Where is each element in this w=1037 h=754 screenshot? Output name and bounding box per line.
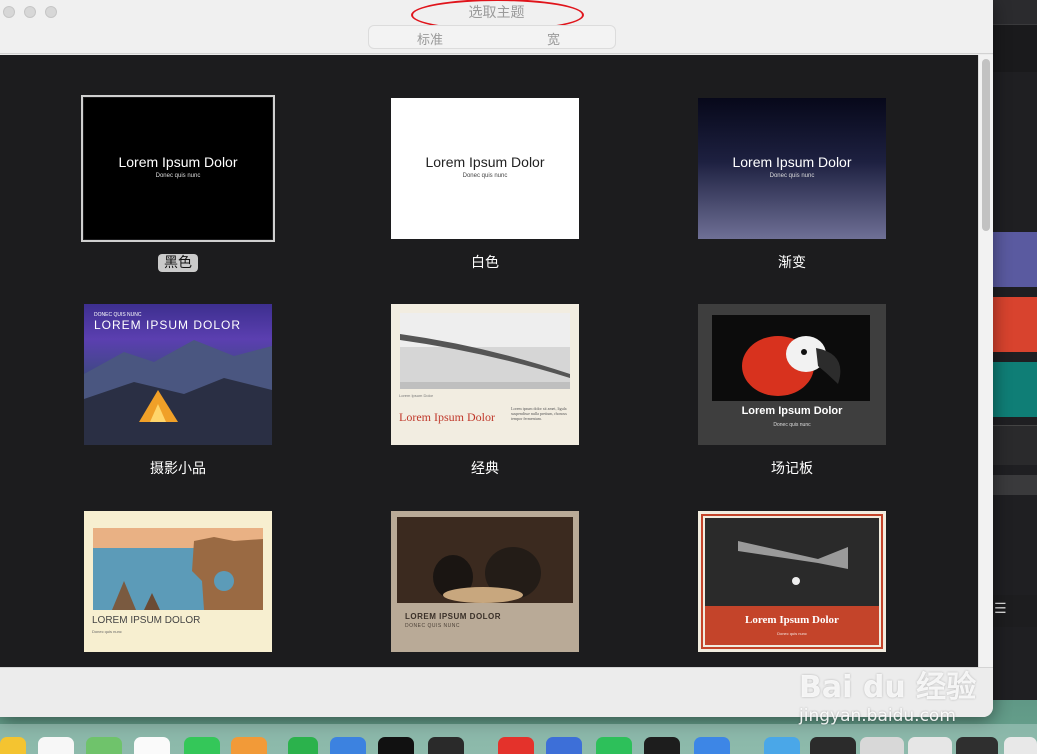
- pages-icon[interactable]: [231, 737, 267, 754]
- background-app-window: ☰: [990, 0, 1037, 700]
- thumbnail-subtitle: Lorem Ipsum Dolor: [399, 393, 434, 398]
- wps-writer-icon[interactable]: [694, 737, 730, 754]
- thumbnail-title: LOREM IPSUM DOLOR: [92, 615, 201, 626]
- thumbnail-title: Lorem Ipsum Dolor: [741, 405, 843, 417]
- background-bar: [990, 475, 1037, 495]
- notes-icon[interactable]: [0, 737, 26, 754]
- dock-window-preview[interactable]: [956, 737, 998, 754]
- dock-window-preview[interactable]: [810, 737, 856, 754]
- theme-label-white[interactable]: 白色: [391, 252, 579, 272]
- thumbnail-title: LOREM IPSUM DOLOR: [94, 318, 242, 332]
- thumbnail-subtitle: DONEC QUIS NUNC: [405, 623, 461, 629]
- theme-thumbnail-photo-essay[interactable]: DONEC QUIS NUNC LOREM IPSUM DOLOR: [84, 304, 272, 445]
- tab-standard[interactable]: 标准: [417, 29, 443, 48]
- background-panel: [990, 24, 1037, 72]
- thumbnail-title: Lorem Ipsum Dolor: [732, 154, 852, 170]
- theme-thumbnail-stone[interactable]: LOREM IPSUM DOLOR DONEC QUIS NUNC: [391, 511, 579, 652]
- wechat-icon[interactable]: [596, 737, 632, 754]
- dock-window-preview[interactable]: [908, 737, 952, 754]
- podcasts-icon[interactable]: [428, 737, 464, 754]
- theme-thumbnail-cream[interactable]: LOREM IPSUM DOLOR Donec quis nunc: [84, 511, 272, 652]
- background-toolbar: [990, 0, 1037, 24]
- thumbnail-title: Lorem Ipsum Dolor: [399, 410, 495, 424]
- theme-label-classic[interactable]: 经典: [391, 458, 579, 478]
- apple-tv-icon[interactable]: [378, 737, 414, 754]
- thumbnail-subtitle: Donec quis nunc: [92, 629, 122, 634]
- theme-label-text: 黑色: [158, 254, 198, 272]
- thumbnail-subtitle: Donec quis nunc: [773, 422, 811, 428]
- theme-label-gradient[interactable]: 渐变: [698, 252, 886, 272]
- thumbnail-title: Lorem Ipsum Dolor: [425, 154, 545, 170]
- theme-thumbnail-slate[interactable]: Lorem Ipsum Dolor Donec quis nunc: [698, 304, 886, 445]
- thumbnail-title: Lorem Ipsum Dolor: [118, 154, 238, 170]
- messages-icon[interactable]: [184, 737, 220, 754]
- theme-thumbnail-black[interactable]: Lorem Ipsum Dolor Donec quis nunc: [81, 95, 275, 242]
- dock-window-preview[interactable]: [1004, 737, 1037, 754]
- theme-label-photo-essay[interactable]: 摄影小品: [84, 458, 272, 478]
- thumbnail-body-text: Lorem ipsum dolor sit amet, ligula suspe…: [511, 406, 567, 421]
- tab-wide[interactable]: 宽: [547, 29, 560, 48]
- aspect-segmented-control[interactable]: 标准 宽: [368, 25, 616, 49]
- mail-icon[interactable]: [546, 737, 582, 754]
- theme-thumbnail-gradient[interactable]: Lorem Ipsum Dolor Donec quis nunc: [698, 98, 886, 239]
- maps-icon[interactable]: [86, 737, 122, 754]
- background-panel-lower: [990, 425, 1037, 465]
- theme-gallery: Lorem Ipsum Dolor Donec quis nunc 黑色 Lor…: [0, 55, 978, 667]
- thumbnail-subtitle: Donec quis nunc: [769, 173, 815, 179]
- keynote-icon[interactable]: [330, 737, 366, 754]
- theme-label-slate[interactable]: 场记板: [698, 458, 886, 478]
- vertical-scrollbar[interactable]: [978, 55, 993, 667]
- photos-icon[interactable]: [134, 737, 170, 754]
- background-swatch-teal: [990, 362, 1037, 417]
- theme-chooser-window: 选取主题 标准 宽 Lorem Ipsum Dolor Donec quis n…: [0, 0, 993, 717]
- background-swatch-red: [990, 297, 1037, 352]
- theme-label-black[interactable]: 黑色: [84, 252, 272, 272]
- numbers-icon[interactable]: [288, 737, 318, 754]
- scrollbar-thumb[interactable]: [982, 59, 990, 231]
- wps-icon[interactable]: [498, 737, 534, 754]
- pottery-photo: [397, 517, 573, 603]
- title-bar: 选取主题 标准 宽: [0, 0, 993, 54]
- dock-window-preview[interactable]: [860, 737, 904, 754]
- watermark: Bai du 经验 jingyan.baidu.com: [793, 642, 993, 732]
- thumbnail-subtitle: Donec quis nunc: [777, 631, 807, 636]
- watermark-url: jingyan.baidu.com: [799, 706, 956, 726]
- background-swatch-purple: [990, 232, 1037, 287]
- thumbnail-title: LOREM IPSUM DOLOR: [405, 612, 502, 621]
- theme-thumbnail-red[interactable]: Lorem Ipsum Dolor Donec quis nunc: [698, 511, 886, 652]
- finder-icon[interactable]: [764, 737, 800, 754]
- thumbnail-title: Lorem Ipsum Dolor: [745, 614, 839, 626]
- theme-thumbnail-white[interactable]: Lorem Ipsum Dolor Donec quis nunc: [391, 98, 579, 239]
- activity-monitor-icon[interactable]: [644, 737, 680, 754]
- thumbnail-subtitle: Donec quis nunc: [462, 173, 508, 179]
- watermark-logo: Bai du 经验: [799, 670, 977, 705]
- theme-thumbnail-classic[interactable]: Lorem Ipsum Dolor Lorem Ipsum Dolor Lore…: [391, 304, 579, 445]
- reminders-icon[interactable]: [38, 737, 74, 754]
- thumbnail-subtitle: Donec quis nunc: [155, 173, 201, 179]
- background-list-icon: ☰: [990, 595, 1037, 627]
